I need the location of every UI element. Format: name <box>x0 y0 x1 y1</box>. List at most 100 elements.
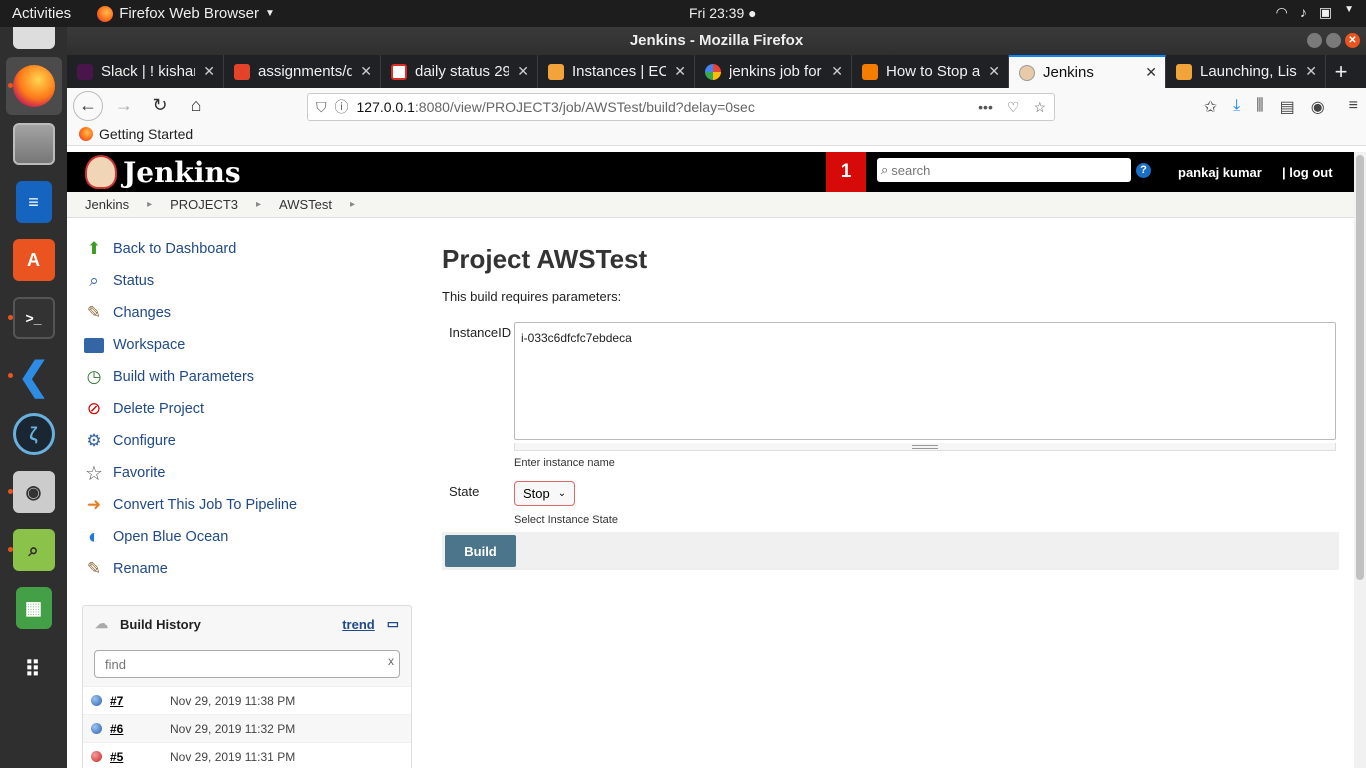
chevron-down-icon: ▼ <box>1344 4 1354 15</box>
task-delete-project[interactable]: ⊘ Delete Project <box>83 393 413 425</box>
tab-aws-docs[interactable]: Launching, List ✕ <box>1166 55 1326 88</box>
task-configure[interactable]: ⚙ Configure <box>83 425 413 457</box>
dock-writer[interactable]: ≡ <box>6 173 62 231</box>
dock-firefox[interactable] <box>5 57 62 115</box>
textarea-resize-handle[interactable] <box>514 443 1336 451</box>
close-icon[interactable]: ✕ <box>831 63 843 80</box>
task-workspace[interactable]: Workspace <box>83 329 413 361</box>
task-rename[interactable]: ✎ Rename <box>83 553 413 585</box>
breadcrumb-project3[interactable]: PROJECT3 <box>170 197 238 212</box>
search-input[interactable] <box>891 162 1112 178</box>
close-icon[interactable]: ✕ <box>1305 63 1317 80</box>
bookmark-getting-started[interactable]: Getting Started <box>99 126 193 142</box>
build-number-link[interactable]: #6 <box>110 722 170 736</box>
show-applications-button[interactable]: ⠿ <box>6 641 62 699</box>
maximize-button[interactable] <box>1326 33 1341 48</box>
tab-ec2[interactable]: Instances | EC2 ✕ <box>538 55 695 88</box>
dock-terminal[interactable]: >_ <box>6 289 62 347</box>
clock[interactable]: Fri 23:39 ● <box>689 5 757 21</box>
new-tab-button[interactable]: + <box>1326 55 1356 88</box>
tab-gitlab[interactable]: assignments/d ✕ <box>224 55 381 88</box>
dock-calc[interactable]: ▦ <box>6 579 62 637</box>
dock-mail-app[interactable] <box>6 27 62 57</box>
chevron-right-icon[interactable]: ▸ <box>147 199 152 210</box>
dock-files[interactable] <box>6 115 62 173</box>
tab-jenkins[interactable]: Jenkins ✕ <box>1009 55 1166 88</box>
chevron-right-icon[interactable]: ▸ <box>350 199 355 210</box>
chevron-right-icon[interactable]: ▸ <box>256 199 261 210</box>
clear-find-button[interactable]: x <box>388 654 394 668</box>
page-scrollbar[interactable] <box>1354 152 1366 768</box>
page-actions-icon[interactable]: ••• <box>978 99 993 116</box>
firefox-icon <box>97 5 114 22</box>
shield-icon[interactable]: ⛉ <box>316 99 327 116</box>
task-changes[interactable]: ✎ Changes <box>83 297 413 329</box>
build-button[interactable]: Build <box>445 535 516 567</box>
library-icon[interactable]: ⫼ <box>1256 97 1263 117</box>
tab-blogger[interactable]: How to Stop ar ✕ <box>852 55 1009 88</box>
tab-slack[interactable]: Slack | ! kishan ✕ <box>67 55 224 88</box>
build-date[interactable]: Nov 29, 2019 11:38 PM <box>170 694 295 708</box>
task-convert-to-pipeline[interactable]: ➜ Convert This Job To Pipeline <box>83 489 413 521</box>
bookmark-star-icon[interactable]: ☆ <box>1033 99 1046 116</box>
build-number-link[interactable]: #5 <box>110 750 170 764</box>
state-select[interactable]: Stop ⌄ <box>514 481 576 506</box>
close-icon[interactable]: ✕ <box>203 63 215 80</box>
forward-button[interactable]: → <box>109 91 139 121</box>
breadcrumb-jenkins[interactable]: Jenkins <box>85 197 129 212</box>
dock-camera[interactable]: ◉ <box>6 463 62 521</box>
param-label: State <box>449 484 480 499</box>
table-row: #5 Nov 29, 2019 11:31 PM <box>83 742 411 768</box>
system-tray[interactable]: ◠ ♪ ▣ ▼ <box>1276 4 1354 21</box>
close-button[interactable]: ✕ <box>1345 33 1360 48</box>
search-box[interactable]: ⌕ <box>877 158 1131 182</box>
close-icon[interactable]: ✕ <box>988 63 1000 80</box>
find-box[interactable]: x <box>94 650 400 678</box>
jenkins-logo[interactable]: Jenkins <box>85 155 241 189</box>
task-status[interactable]: ⌕ Status <box>83 265 413 297</box>
instance-id-field[interactable]: i-033c6dfcfc7ebdeca <box>514 322 1336 440</box>
breadcrumb-awstest[interactable]: AWSTest <box>279 197 332 212</box>
close-icon[interactable]: ✕ <box>1145 64 1157 81</box>
task-label: Open Blue Ocean <box>113 529 229 545</box>
build-date[interactable]: Nov 29, 2019 11:31 PM <box>170 750 295 764</box>
task-favorite[interactable]: ☆ Favorite <box>83 457 413 489</box>
close-icon[interactable]: ✕ <box>674 63 686 80</box>
app-menu[interactable]: Firefox Web Browser ▼ <box>83 5 275 22</box>
sidebar-icon[interactable]: ▤ <box>1280 97 1295 117</box>
task-open-blue-ocean[interactable]: ◐ Open Blue Ocean <box>83 521 413 553</box>
url-bar[interactable]: ⛉ ⓘ 127.0.0.1:8080/view/PROJECT3/job/AWS… <box>307 93 1055 121</box>
reload-button[interactable]: ↻ <box>145 91 175 121</box>
account-icon[interactable]: ◉ <box>1311 97 1325 117</box>
home-button[interactable]: ⌂ <box>181 91 211 121</box>
dock-app[interactable]: ζ <box>6 405 62 463</box>
trend-link[interactable]: trend <box>342 617 375 632</box>
tab-google[interactable]: jenkins job for ✕ <box>695 55 852 88</box>
logout-link[interactable]: | log out <box>1282 165 1333 180</box>
build-date[interactable]: Nov 29, 2019 11:32 PM <box>170 722 295 736</box>
find-input[interactable] <box>105 657 375 672</box>
dock-software[interactable]: A <box>6 231 62 289</box>
user-link[interactable]: pankaj kumar <box>1178 165 1262 180</box>
minimize-button[interactable] <box>1307 33 1322 48</box>
build-number-link[interactable]: #7 <box>110 694 170 708</box>
dock-vscode[interactable]: ❮ <box>6 347 62 405</box>
collapse-icon[interactable]: ▭ <box>387 616 399 632</box>
back-button[interactable]: ← <box>73 90 103 121</box>
dock-image-viewer[interactable]: ⌕ <box>6 521 62 579</box>
task-back-to-dashboard[interactable]: ⬆ Back to Dashboard <box>83 233 413 265</box>
help-icon[interactable]: ? <box>1136 163 1151 178</box>
activities-button[interactable]: Activities <box>0 5 83 22</box>
task-label: Rename <box>113 561 168 577</box>
bookmarks-menu-icon[interactable]: ✩ <box>1204 97 1217 117</box>
download-icon[interactable]: ⤓ <box>1233 97 1240 117</box>
close-icon[interactable]: ✕ <box>517 63 529 80</box>
task-build-with-parameters[interactable]: ◷ Build with Parameters <box>83 361 413 393</box>
notification-badge[interactable]: 1 <box>826 152 866 192</box>
scrollbar-thumb[interactable] <box>1356 155 1364 580</box>
pocket-icon[interactable]: ♡ <box>1007 99 1020 116</box>
info-icon[interactable]: ⓘ <box>335 97 349 117</box>
tab-gmail[interactable]: daily status 29 ✕ <box>381 55 538 88</box>
menu-icon[interactable]: ≡ <box>1349 97 1358 117</box>
close-icon[interactable]: ✕ <box>360 63 372 80</box>
